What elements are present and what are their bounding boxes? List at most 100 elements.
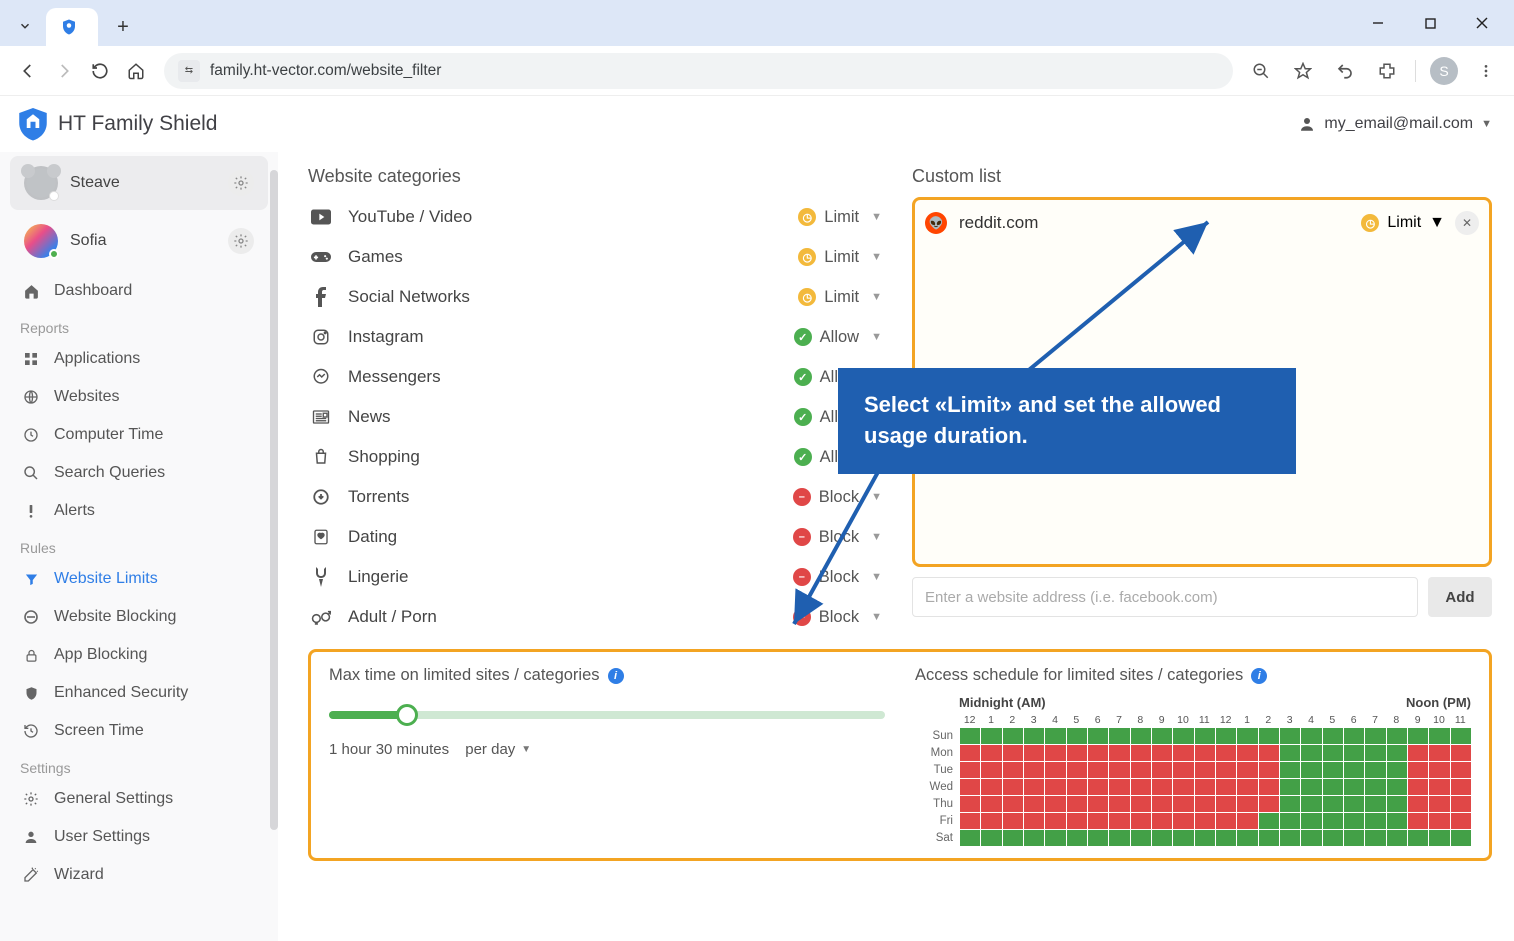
schedule-cell[interactable] — [1131, 830, 1151, 846]
schedule-cell[interactable] — [1344, 745, 1364, 761]
schedule-cell[interactable] — [1173, 779, 1193, 795]
schedule-cell[interactable] — [981, 830, 1001, 846]
schedule-cell[interactable] — [1024, 830, 1044, 846]
schedule-cell[interactable] — [1003, 830, 1023, 846]
schedule-cell[interactable] — [960, 779, 980, 795]
schedule-cell[interactable] — [1408, 830, 1428, 846]
entry-status-selector[interactable]: ◷ Limit ▼ — [1361, 214, 1445, 232]
schedule-cell[interactable] — [1451, 745, 1471, 761]
category-status-selector[interactable]: – Block ▼ — [793, 608, 888, 627]
schedule-cell[interactable] — [1323, 745, 1343, 761]
schedule-cell[interactable] — [1408, 813, 1428, 829]
schedule-cell[interactable] — [1344, 830, 1364, 846]
sidebar-item-computer-time[interactable]: Computer Time — [0, 416, 278, 454]
schedule-cell[interactable] — [1195, 728, 1215, 744]
schedule-cell[interactable] — [1109, 830, 1129, 846]
tab-search-button[interactable] — [8, 9, 42, 43]
gear-icon[interactable] — [228, 170, 254, 196]
schedule-cell[interactable] — [1429, 762, 1449, 778]
sidebar-item-websites[interactable]: Websites — [0, 378, 278, 416]
window-close-button[interactable] — [1456, 0, 1508, 46]
schedule-cell[interactable] — [1152, 762, 1172, 778]
schedule-cell[interactable] — [1365, 830, 1385, 846]
user-switcher-steave[interactable]: Steave — [10, 156, 268, 210]
remove-entry-button[interactable]: ✕ — [1455, 211, 1479, 235]
schedule-cell[interactable] — [1109, 796, 1129, 812]
schedule-cell[interactable] — [1216, 745, 1236, 761]
schedule-cell[interactable] — [1131, 728, 1151, 744]
schedule-cell[interactable] — [1451, 728, 1471, 744]
schedule-cell[interactable] — [1003, 779, 1023, 795]
nav-reload-button[interactable] — [82, 53, 118, 89]
schedule-cell[interactable] — [1045, 762, 1065, 778]
sidebar-item-applications[interactable]: Applications — [0, 340, 278, 378]
schedule-cell[interactable] — [1259, 745, 1279, 761]
schedule-cell[interactable] — [1024, 728, 1044, 744]
schedule-cell[interactable] — [1067, 813, 1087, 829]
schedule-cell[interactable] — [1195, 762, 1215, 778]
schedule-cell[interactable] — [1109, 813, 1129, 829]
schedule-cell[interactable] — [1131, 813, 1151, 829]
schedule-cell[interactable] — [1003, 745, 1023, 761]
schedule-cell[interactable] — [1045, 830, 1065, 846]
schedule-cell[interactable] — [1088, 762, 1108, 778]
schedule-cell[interactable] — [1237, 728, 1257, 744]
schedule-cell[interactable] — [1152, 745, 1172, 761]
category-status-selector[interactable]: – Block ▼ — [793, 488, 888, 507]
schedule-cell[interactable] — [1344, 813, 1364, 829]
slider-thumb[interactable] — [396, 704, 418, 726]
schedule-cell[interactable] — [960, 796, 980, 812]
sidebar-item-search-queries[interactable]: Search Queries — [0, 454, 278, 492]
schedule-cell[interactable] — [1387, 728, 1407, 744]
schedule-cell[interactable] — [1216, 728, 1236, 744]
sidebar-item-website-limits[interactable]: Website Limits — [0, 560, 278, 598]
schedule-cell[interactable] — [1067, 796, 1087, 812]
schedule-cell[interactable] — [1323, 830, 1343, 846]
schedule-cell[interactable] — [1152, 779, 1172, 795]
schedule-cell[interactable] — [1195, 796, 1215, 812]
schedule-cell[interactable] — [1429, 745, 1449, 761]
schedule-cell[interactable] — [1173, 813, 1193, 829]
schedule-cell[interactable] — [1024, 796, 1044, 812]
schedule-cell[interactable] — [960, 813, 980, 829]
schedule-cell[interactable] — [1429, 796, 1449, 812]
schedule-cell[interactable] — [1173, 796, 1193, 812]
schedule-cell[interactable] — [981, 813, 1001, 829]
schedule-cell[interactable] — [1323, 728, 1343, 744]
zoom-icon[interactable] — [1243, 53, 1279, 89]
sidebar-item-alerts[interactable]: Alerts — [0, 492, 278, 530]
schedule-cell[interactable] — [1003, 813, 1023, 829]
schedule-cell[interactable] — [1365, 779, 1385, 795]
schedule-cell[interactable] — [1408, 779, 1428, 795]
schedule-cell[interactable] — [1045, 779, 1065, 795]
schedule-cell[interactable] — [1109, 745, 1129, 761]
account-menu[interactable]: my_email@mail.com ▼ — [1298, 115, 1492, 133]
schedule-cell[interactable] — [1024, 779, 1044, 795]
schedule-cell[interactable] — [1365, 762, 1385, 778]
schedule-cell[interactable] — [1323, 813, 1343, 829]
max-time-period-selector[interactable]: 1 hour 30 minutes per day ▼ — [329, 741, 885, 758]
schedule-cell[interactable] — [1365, 728, 1385, 744]
schedule-cell[interactable] — [1301, 813, 1321, 829]
schedule-cell[interactable] — [1280, 762, 1300, 778]
schedule-cell[interactable] — [1088, 796, 1108, 812]
schedule-cell[interactable] — [1024, 762, 1044, 778]
schedule-cell[interactable] — [1195, 779, 1215, 795]
schedule-cell[interactable] — [1131, 745, 1151, 761]
schedule-cell[interactable] — [1067, 762, 1087, 778]
schedule-cell[interactable] — [1429, 830, 1449, 846]
schedule-cell[interactable] — [1131, 762, 1151, 778]
add-website-input[interactable] — [912, 577, 1418, 617]
schedule-cell[interactable] — [1173, 762, 1193, 778]
info-icon[interactable]: i — [1251, 668, 1267, 684]
add-button[interactable]: Add — [1428, 577, 1492, 617]
schedule-cell[interactable] — [1344, 796, 1364, 812]
schedule-cell[interactable] — [1387, 830, 1407, 846]
sidebar-item-dashboard[interactable]: Dashboard — [0, 272, 278, 310]
schedule-cell[interactable] — [1408, 745, 1428, 761]
schedule-cell[interactable] — [1131, 779, 1151, 795]
schedule-cell[interactable] — [1088, 830, 1108, 846]
schedule-cell[interactable] — [1045, 728, 1065, 744]
schedule-cell[interactable] — [1387, 813, 1407, 829]
schedule-cell[interactable] — [1429, 813, 1449, 829]
